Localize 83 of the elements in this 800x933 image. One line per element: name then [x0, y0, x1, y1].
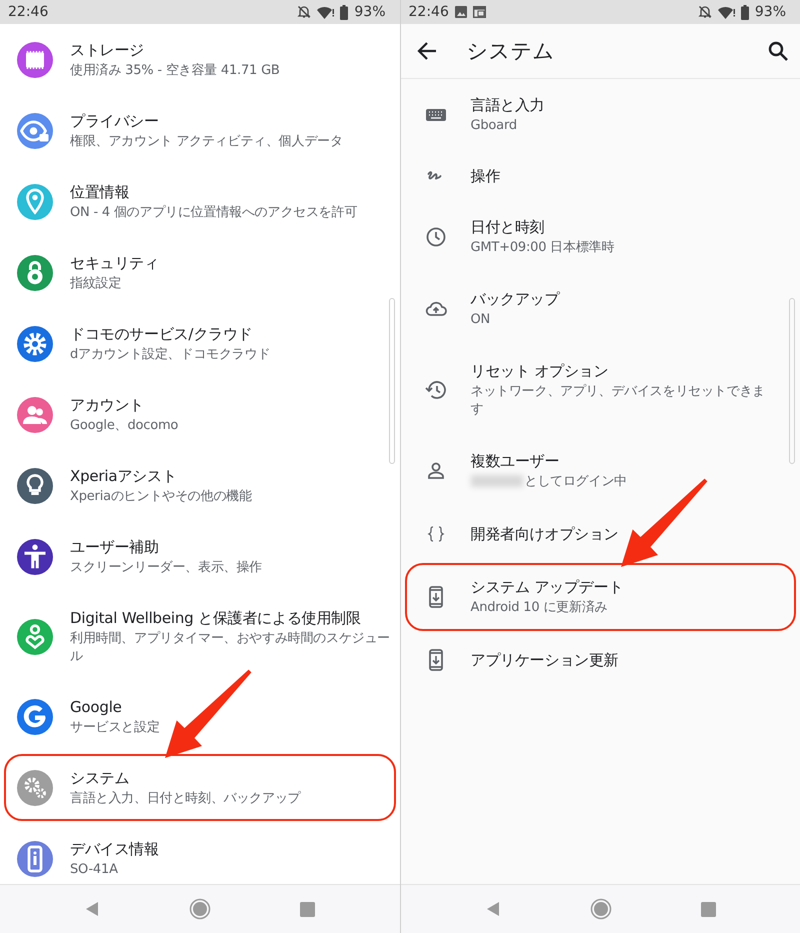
- settings-item[interactable]: システム アップデート Android 10 に更新済み: [400, 561, 800, 633]
- item-title: ストレージ: [70, 40, 146, 60]
- settings-item[interactable]: 日付と時刻 GMT+09:00 日本標準時: [400, 201, 800, 273]
- item-summary: Xperiaのヒントやその他の機能: [70, 488, 253, 506]
- settings-item[interactable]: 操作: [400, 151, 800, 201]
- item-title: Digital Wellbeing と保護者による使用制限: [70, 608, 362, 628]
- settings-item[interactable]: アプリケーション更新: [400, 633, 800, 687]
- settings-item[interactable]: 開発者向けオプション: [400, 507, 800, 561]
- item-title: ドコモのサービス/クラウド: [70, 324, 254, 344]
- muted-bell-icon: [297, 5, 312, 19]
- battery-icon: [740, 4, 749, 20]
- settings-item[interactable]: プライバシー 権限、アカウント アクティビティ、個人データ: [0, 95, 400, 166]
- settings-item[interactable]: Google サービスと設定: [0, 681, 400, 752]
- item-title: ユーザー補助: [70, 536, 160, 556]
- item-title: 操作: [470, 166, 502, 186]
- clock-icon: [424, 225, 448, 249]
- item-summary: Gboard: [470, 117, 518, 135]
- window-icon: [472, 6, 486, 18]
- settings-item[interactable]: ユーザー補助 スクリーンリーダー、表示、操作: [0, 521, 400, 592]
- settings-item[interactable]: セキュリティ 指紋設定: [0, 237, 400, 308]
- history-icon: [424, 378, 448, 402]
- item-summary: 使用済み 35% - 空き容量 41.71 GB: [70, 62, 281, 80]
- item-title: 複数ユーザー: [470, 451, 560, 471]
- settings-item[interactable]: リセット オプション ネットワーク、アプリ、デバイスをリセットできます: [400, 345, 800, 435]
- settings-item[interactable]: バックアップ ON: [400, 273, 800, 345]
- search-icon[interactable]: [768, 41, 788, 61]
- item-title: 言語と入力: [470, 95, 546, 115]
- settings-item[interactable]: ストレージ 使用済み 35% - 空き容量 41.71 GB: [0, 24, 400, 95]
- item-title: Xperiaアシスト: [70, 466, 178, 486]
- item-summary: Android 10 に更新済み: [470, 599, 608, 617]
- settings-item[interactable]: ドコモのサービス/クラウド dアカウント設定、ドコモクラウド: [0, 308, 400, 379]
- home-icon[interactable]: [590, 898, 612, 920]
- settings-item[interactable]: 複数ユーザー としてログイン中: [400, 435, 800, 507]
- item-summary: GMT+09:00 日本標準時: [470, 239, 616, 257]
- settings-item[interactable]: システム 言語と入力、日付と時刻、バックアップ: [0, 752, 400, 823]
- item-summary: サービスと設定: [70, 718, 161, 736]
- settings-item[interactable]: Digital Wellbeing と保護者による使用制限 利用時間、アプリタイマー、おやすみ時間のスケジュール: [0, 592, 400, 681]
- item-title: バックアップ: [470, 289, 561, 309]
- item-summary: としてログイン中: [524, 474, 627, 489]
- back-arrow-icon[interactable]: [416, 42, 436, 60]
- item-summary: ON: [470, 311, 492, 329]
- item-summary: SO-41A: [70, 860, 119, 878]
- item-title: プライバシー: [70, 110, 160, 130]
- item-summary: 利用時間、アプリタイマー、おやすみ時間のスケジュール: [70, 630, 392, 666]
- wifi-icon: [718, 6, 735, 18]
- battery-percentage: 93%: [354, 4, 386, 20]
- item-summary: 言語と入力、日付と時刻、バックアップ: [70, 790, 302, 808]
- battery-percentage: 93%: [754, 4, 786, 20]
- item-title: デバイス情報: [70, 838, 160, 858]
- wifi-icon: [317, 6, 334, 18]
- back-icon[interactable]: [84, 901, 100, 917]
- item-title: システム アップデート: [470, 577, 624, 597]
- item-summary: スクリーンリーダー、表示、操作: [70, 558, 264, 576]
- recents-icon[interactable]: [300, 902, 316, 916]
- settings-item[interactable]: 位置情報 ON - 4 個のアプリに位置情報へのアクセスを許可: [0, 166, 400, 237]
- clock-time: 22:46: [408, 4, 449, 20]
- item-summary: ネットワーク、アプリ、デバイスをリセットできます: [470, 383, 766, 419]
- item-title: 日付と時刻: [470, 217, 546, 237]
- battery-icon: [340, 4, 348, 20]
- settings-item[interactable]: アカウント Google、docomo: [0, 379, 400, 450]
- home-icon[interactable]: [189, 898, 212, 920]
- item-summary: Google、docomo: [70, 416, 180, 434]
- item-title: 位置情報: [70, 182, 130, 202]
- settings-item[interactable]: 言語と入力 Gboard: [400, 79, 800, 151]
- back-icon[interactable]: [484, 901, 501, 917]
- settings-item[interactable]: Xperiaアシスト Xperiaのヒントやその他の機能: [0, 450, 400, 521]
- item-title: システム: [70, 768, 130, 788]
- item-title: アプリケーション更新: [470, 650, 620, 670]
- item-title: Google: [70, 696, 123, 716]
- recents-icon[interactable]: [700, 902, 716, 916]
- item-title: リセット オプション: [470, 361, 610, 381]
- squiggle-icon: [426, 170, 444, 182]
- clock-time: 22:46: [8, 4, 48, 20]
- settings-item[interactable]: デバイス情報 SO-41A: [0, 823, 400, 884]
- screen-title: システム: [466, 38, 556, 65]
- item-summary: 権限、アカウント アクティビティ、個人データ: [70, 132, 344, 150]
- item-title: 開発者向けオプション: [470, 524, 620, 544]
- item-summary: dアカウント設定、ドコモクラウド: [70, 346, 272, 364]
- muted-bell-icon: [698, 5, 712, 19]
- item-summary: 指紋設定: [70, 274, 122, 292]
- item-title: セキュリティ: [70, 252, 160, 272]
- item-title: アカウント: [70, 394, 146, 414]
- item-summary: ON - 4 個のアプリに位置情報へのアクセスを許可: [70, 204, 358, 222]
